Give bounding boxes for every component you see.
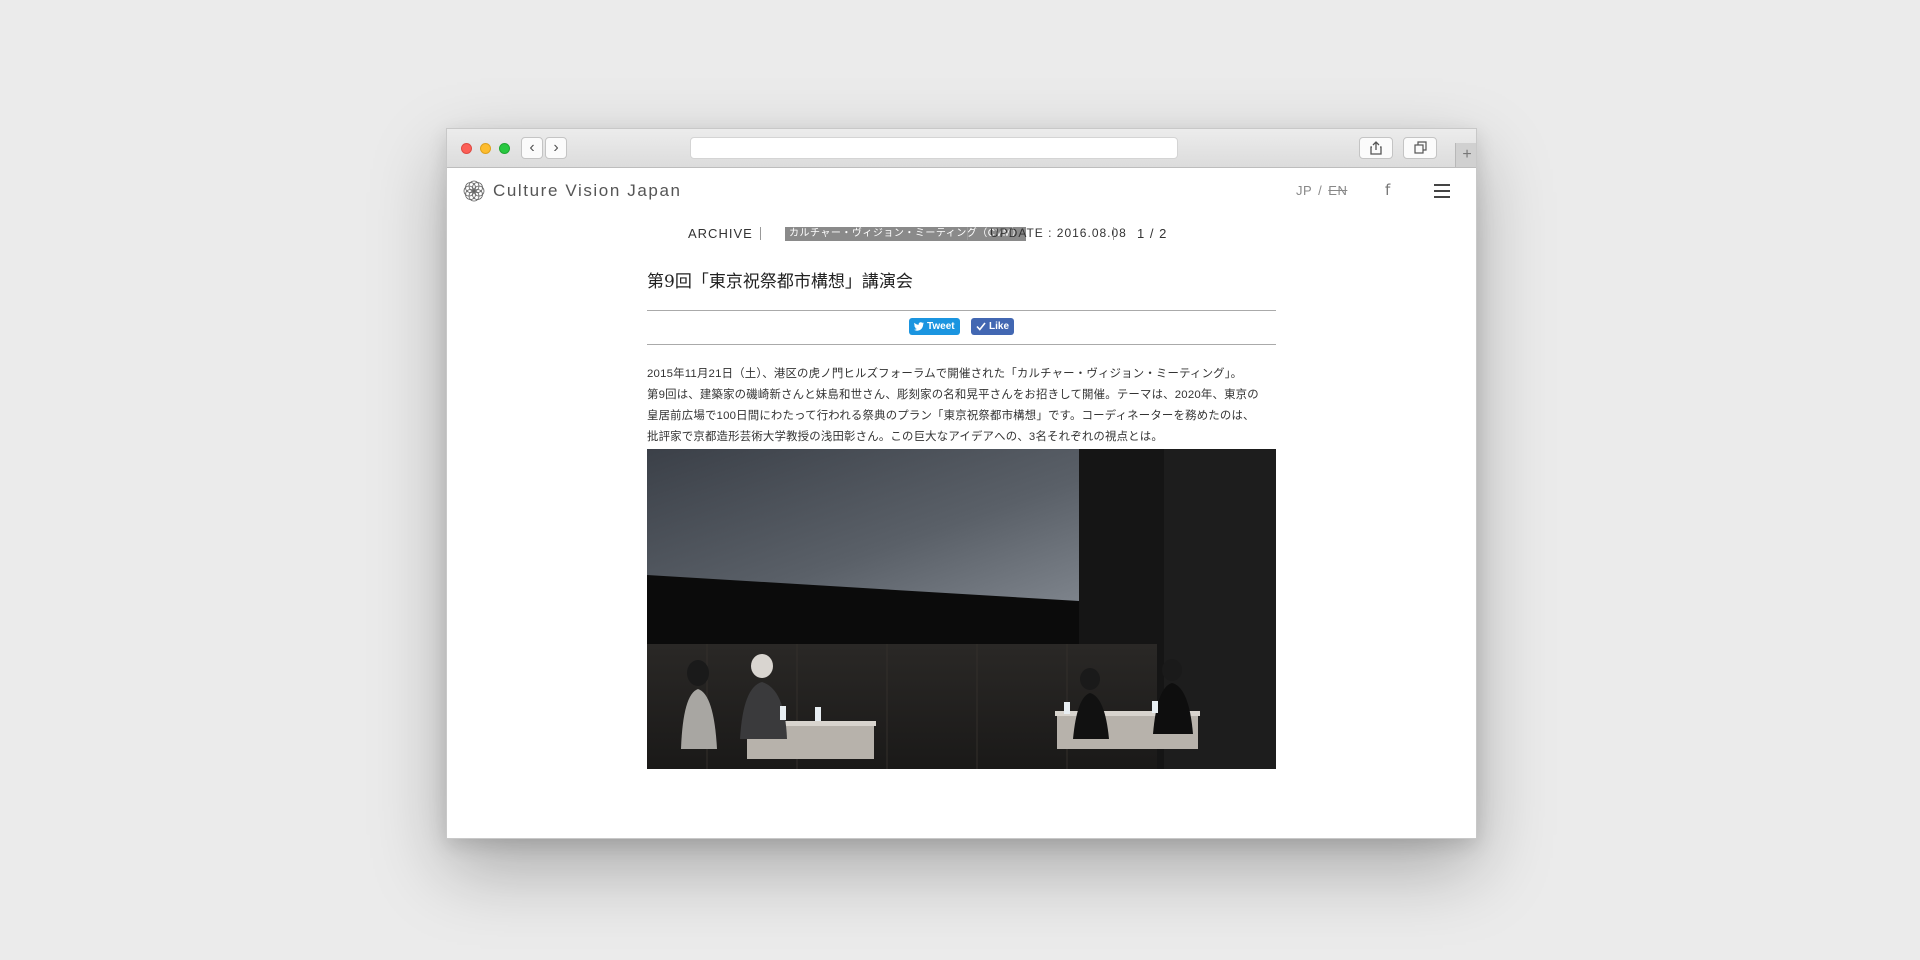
meta-divider (760, 227, 761, 240)
web-page: Culture Vision Japan JP / EN f ARCHIVE カルチ… (447, 168, 1476, 838)
lang-separator: / (1318, 183, 1323, 198)
body-line: 第9回は、建築家の磯崎新さんと妹島和世さん、彫刻家の名和晃平さんをお招きして開催… (647, 389, 1259, 401)
show-tabs-button[interactable] (1403, 137, 1437, 159)
language-switcher: JP / EN (1296, 183, 1347, 198)
lang-en-link[interactable]: EN (1328, 183, 1347, 198)
article-title: 第9回「東京祝祭都市構想」講演会 (647, 272, 913, 292)
check-icon (976, 322, 986, 331)
chevron-right-icon: › (553, 139, 559, 156)
tweet-label: Tweet (927, 321, 955, 332)
browser-window: ‹ › + Culture Vision Japan JP / EN f ARC… (446, 128, 1477, 839)
update-date: UPDATE : 2016.08.08 (990, 226, 1127, 240)
body-line: 批評家で京都造形芸術大学教授の浅田彰さん。この巨大なアイデアへの、3名それぞれの… (647, 431, 1163, 443)
logo-text: Culture Vision Japan (493, 181, 682, 200)
tabs-icon (1414, 141, 1427, 154)
meta-divider (967, 227, 968, 240)
like-label: Like (989, 321, 1010, 332)
twitter-bird-icon (914, 322, 924, 331)
forward-button[interactable]: › (545, 137, 567, 159)
chevron-left-icon: ‹ (529, 139, 535, 156)
body-line: 2015年11月21日（土）、港区の虎ノ門ヒルズフォーラムで開催された「カルチャ… (647, 368, 1243, 380)
body-line: 皇居前広場で100日間にわたって行われる祭典のプラン「東京祝祭都市構想」です。コ… (647, 410, 1255, 422)
meta-divider (1113, 227, 1114, 240)
article-meta: ARCHIVE カルチャー・ヴィジョン・ミーティング（CVM） UPDATE :… (447, 226, 1476, 246)
zoom-window-button[interactable] (499, 143, 510, 154)
hamburger-menu-icon[interactable] (1434, 184, 1450, 202)
lecture-stage-image (647, 449, 1276, 769)
divider (647, 344, 1276, 345)
new-tab-button[interactable]: + (1455, 143, 1476, 167)
facebook-icon[interactable]: f (1385, 181, 1390, 199)
archive-link[interactable]: ARCHIVE (688, 226, 753, 241)
share-button[interactable] (1359, 137, 1393, 159)
address-bar[interactable] (690, 137, 1178, 159)
article-intro: 2015年11月21日（土）、港区の虎ノ門ヒルズフォーラムで開催された「カルチャ… (647, 364, 1276, 448)
divider (647, 310, 1276, 311)
logo-mark-icon (463, 180, 485, 202)
like-button[interactable]: Like (971, 318, 1014, 335)
share-icon (1370, 141, 1382, 155)
article-photo (647, 449, 1276, 769)
site-logo[interactable]: Culture Vision Japan (461, 178, 682, 204)
page-counter: 1 / 2 (1137, 226, 1168, 241)
back-button[interactable]: ‹ (521, 137, 543, 159)
plus-icon: + (1462, 146, 1472, 163)
browser-toolbar: ‹ › + (447, 129, 1476, 168)
close-window-button[interactable] (461, 143, 472, 154)
tweet-button[interactable]: Tweet (909, 318, 960, 335)
minimize-window-button[interactable] (480, 143, 491, 154)
lang-jp-link[interactable]: JP (1296, 183, 1312, 198)
